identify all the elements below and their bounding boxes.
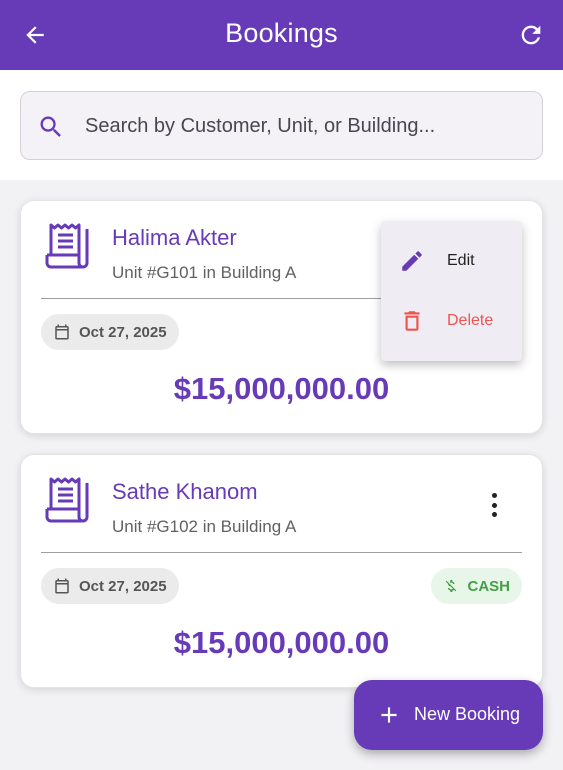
refresh-icon[interactable] bbox=[515, 19, 547, 51]
search-box[interactable] bbox=[20, 91, 543, 160]
search-area bbox=[0, 70, 563, 180]
booking-card[interactable]: Sathe Khanom Unit #G102 in Building A Oc… bbox=[20, 454, 543, 688]
menu-item-label: Edit bbox=[447, 252, 475, 269]
booking-amount: $15,000,000.00 bbox=[173, 371, 390, 406]
payment-chip: CASH bbox=[431, 568, 522, 604]
date-chip: Oct 27, 2025 bbox=[41, 568, 179, 604]
new-booking-label: New Booking bbox=[414, 704, 521, 724]
trash-icon bbox=[398, 307, 426, 335]
search-input[interactable] bbox=[85, 104, 525, 148]
booking-date: Oct 27, 2025 bbox=[79, 323, 167, 341]
booking-amount: $15,000,000.00 bbox=[173, 625, 390, 660]
date-chip: Oct 27, 2025 bbox=[41, 314, 179, 350]
pencil-icon bbox=[398, 247, 426, 275]
unit-info: Unit #G102 in Building A bbox=[112, 517, 297, 536]
customer-name: Halima Akter bbox=[112, 225, 237, 250]
app-bar: Bookings bbox=[0, 0, 563, 70]
plus-icon bbox=[376, 702, 402, 728]
money-off-icon bbox=[446, 580, 457, 592]
more-vert-icon[interactable] bbox=[482, 491, 506, 519]
booking-date: Oct 27, 2025 bbox=[79, 577, 167, 595]
customer-name: Sathe Khanom bbox=[112, 479, 258, 504]
new-booking-button[interactable]: New Booking bbox=[354, 680, 543, 750]
menu-item-label: Delete bbox=[447, 312, 494, 329]
payment-method: CASH bbox=[467, 577, 510, 595]
search-icon bbox=[37, 113, 65, 141]
context-menu: Edit Delete bbox=[381, 221, 522, 361]
calendar-icon bbox=[55, 324, 69, 340]
receipt-icon bbox=[45, 477, 89, 525]
page-title: Bookings bbox=[225, 18, 338, 48]
menu-item-delete[interactable]: Delete bbox=[381, 296, 522, 346]
calendar-icon bbox=[55, 578, 69, 594]
receipt-icon bbox=[45, 223, 89, 271]
divider bbox=[41, 552, 522, 553]
unit-info: Unit #G101 in Building A bbox=[112, 263, 297, 282]
menu-item-edit[interactable]: Edit bbox=[381, 236, 522, 286]
